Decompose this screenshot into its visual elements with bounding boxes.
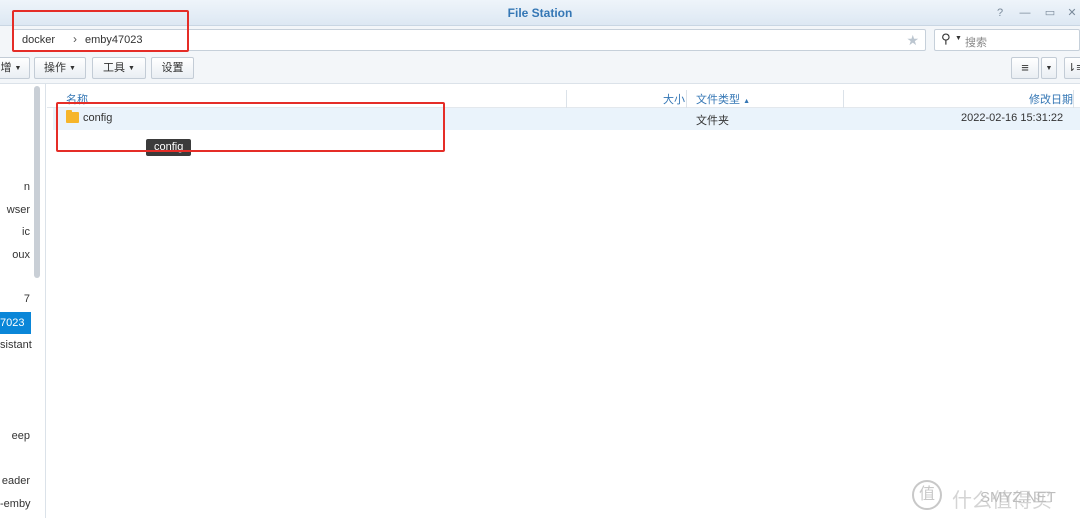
- address-bar: docker › emby47023 ★ ⚲ ▼ 搜索: [0, 26, 1080, 54]
- column-modified[interactable]: 修改日期: [1029, 91, 1073, 107]
- watermark-logo: 值: [912, 480, 942, 510]
- file-list: 名称 大小 文件类型 ▲ 修改日期 config 文件夹 2022-02-16 …: [47, 84, 1080, 518]
- sidebar-item[interactable]: -emby: [0, 493, 38, 515]
- toolbar: 增 ▼ 操作 ▼ 工具 ▼ 设置 ≡ ▼ ⇂≡: [0, 54, 1080, 84]
- tools-menu-button[interactable]: 工具 ▼: [92, 57, 146, 79]
- watermark: 值 什么值得买 SMYZ.NET: [912, 478, 1076, 514]
- list-icon[interactable]: ≡: [1011, 57, 1039, 79]
- sidebar-item[interactable]: n: [0, 176, 38, 198]
- tooltip: config: [146, 139, 192, 156]
- search-icon[interactable]: ⚲: [941, 31, 951, 47]
- window-titlebar: File Station ? — ▭ ✕: [0, 0, 1080, 26]
- sidebar-item[interactable]: wser: [0, 199, 38, 221]
- upload-menu-button[interactable]: 增 ▼: [0, 57, 30, 79]
- column-header: 名称 大小 文件类型 ▲ 修改日期: [47, 88, 1080, 108]
- column-type[interactable]: 文件类型 ▲: [696, 91, 750, 107]
- chevron-down-icon: ▼: [128, 65, 135, 72]
- window-title: File Station: [507, 6, 573, 20]
- search-placeholder: 搜索: [965, 37, 987, 49]
- sidebar-item[interactable]: sistant: [0, 334, 38, 356]
- sort-icon[interactable]: ⇂≡: [1064, 57, 1080, 79]
- chevron-down-icon: ▼: [69, 65, 76, 72]
- search-field[interactable]: ⚲ ▼ 搜索: [934, 29, 1080, 51]
- maximize-icon[interactable]: ▭: [1042, 5, 1058, 21]
- sidebar: n wser ic oux 7 7023 sistant eep eader -…: [0, 84, 46, 518]
- sort-up-icon: ▲: [743, 98, 750, 105]
- file-name: config: [83, 112, 113, 124]
- column-size[interactable]: 大小: [663, 91, 685, 107]
- sidebar-item[interactable]: ic: [0, 221, 38, 243]
- minimize-icon[interactable]: —: [1017, 5, 1033, 21]
- table-row[interactable]: config 文件夹 2022-02-16 15:31:22: [53, 108, 1080, 130]
- action-menu-button[interactable]: 操作 ▼: [34, 57, 86, 79]
- sidebar-item[interactable]: eep: [0, 425, 38, 447]
- file-modified: 2022-02-16 15:31:22: [961, 112, 1064, 124]
- view-dropdown-button[interactable]: ▼: [1041, 57, 1057, 79]
- chevron-down-icon[interactable]: ▼: [955, 35, 962, 42]
- breadcrumb-item[interactable]: docker: [22, 34, 55, 46]
- chevron-down-icon: ▼: [14, 65, 22, 72]
- folder-icon: [66, 110, 79, 123]
- breadcrumb-item[interactable]: emby47023: [85, 34, 143, 46]
- sidebar-item-emby47023[interactable]: 7023: [0, 312, 31, 334]
- help-icon[interactable]: ?: [992, 5, 1008, 21]
- path-breadcrumb[interactable]: docker › emby47023 ★: [12, 29, 926, 51]
- column-name[interactable]: 名称: [66, 91, 88, 107]
- close-icon[interactable]: ✕: [1064, 5, 1080, 21]
- star-icon[interactable]: ★: [906, 32, 919, 49]
- settings-button[interactable]: 设置: [151, 57, 194, 79]
- watermark-site: SMYZ.NET: [980, 489, 1056, 506]
- file-type: 文件夹: [696, 115, 729, 127]
- sidebar-item[interactable]: oux: [0, 244, 38, 266]
- sidebar-item[interactable]: eader: [0, 470, 38, 492]
- chevron-right-icon: ›: [73, 32, 77, 46]
- sidebar-item[interactable]: 7: [0, 288, 38, 310]
